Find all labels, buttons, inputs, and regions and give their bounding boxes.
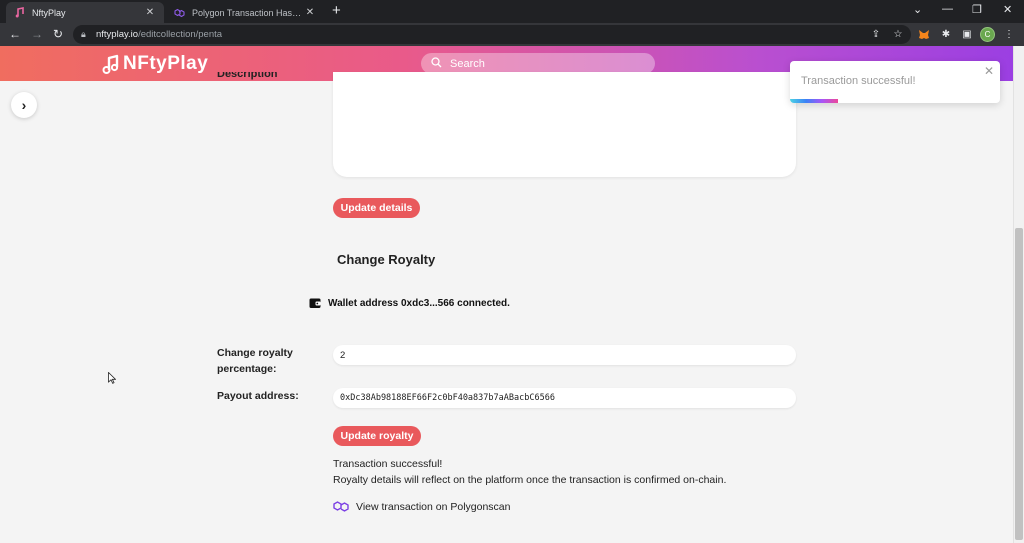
tab-polygonscan[interactable]: Polygon Transaction Hash (Txhash) ✕ — [166, 2, 324, 23]
search-icon — [431, 56, 442, 71]
browser-tab-bar: NftyPlay ✕ Polygon Transaction Hash (Txh… — [0, 0, 1024, 23]
view-transaction-text: View transaction on Polygonscan — [356, 500, 511, 513]
tab-title: Polygon Transaction Hash (Txhash) — [192, 7, 304, 18]
sidebar-toggle-button[interactable]: › — [11, 92, 37, 118]
payout-address-label: Payout address: — [217, 390, 299, 402]
extensions-puzzle-icon[interactable]: ✱ — [940, 28, 952, 40]
profile-avatar[interactable]: C — [980, 27, 995, 42]
royalty-percentage-value: 2 — [340, 349, 346, 361]
wallet-icon — [309, 298, 321, 308]
tab-nftyplay[interactable]: NftyPlay ✕ — [6, 2, 164, 23]
tab-close-icon[interactable]: ✕ — [144, 7, 156, 18]
payout-address-input[interactable]: 0xDc38Ab98188EF66F2c0bF40a837b7aABacbC65… — [333, 388, 796, 408]
update-royalty-button[interactable]: Update royalty — [333, 426, 421, 446]
bookmark-star-icon[interactable]: ☆ — [892, 28, 904, 40]
tab-search-icon[interactable]: ⌄ — [913, 3, 922, 16]
royalty-percentage-label: Change royalty percentage: — [217, 347, 293, 375]
royalty-percentage-input[interactable]: 2 — [333, 345, 796, 365]
address-bar[interactable]: 🔒︎ nftyplay.io/editcollection/penta — [73, 25, 911, 44]
new-tab-icon[interactable]: + — [332, 3, 341, 19]
url-host: nftyplay.io — [96, 29, 139, 40]
mouse-pointer-icon — [108, 372, 116, 384]
nftyplay-favicon-icon — [14, 7, 25, 18]
tab-title: NftyPlay — [32, 7, 66, 18]
chrome-menu-icon[interactable]: ⋮ — [1003, 28, 1015, 40]
close-window-icon[interactable]: ✕ — [1003, 3, 1012, 16]
view-transaction-link[interactable]: View transaction on Polygonscan — [333, 500, 511, 513]
side-panel-icon[interactable]: ▣ — [961, 28, 973, 40]
polygon-logo-icon — [333, 501, 349, 512]
wallet-status: Wallet address 0xdc3...566 connected. — [309, 297, 510, 309]
browser-toolbar: ← → ↻ 🔒︎ nftyplay.io/editcollection/pent… — [0, 23, 1024, 46]
change-royalty-heading: Change Royalty — [337, 252, 436, 267]
maximize-icon[interactable]: ❐ — [972, 3, 982, 16]
search-placeholder: Search — [450, 57, 485, 70]
reload-icon[interactable]: ↻ — [53, 27, 63, 41]
lock-icon: 🔒︎ — [81, 29, 86, 39]
toast-progress-bar — [790, 99, 839, 103]
toast-close-icon[interactable]: ✕ — [984, 64, 994, 78]
scrollbar-thumb[interactable] — [1015, 228, 1023, 540]
nftyplay-logo[interactable]: NFtyPlay — [102, 53, 208, 75]
url-path: /editcollection/penta — [138, 29, 223, 40]
polygon-favicon-icon — [174, 7, 185, 18]
description-textarea[interactable] — [333, 72, 796, 177]
payout-address-value: 0xDc38Ab98188EF66F2c0bF40a837b7aABacbC65… — [340, 393, 555, 403]
toast-notification: Transaction successful! ✕ — [790, 61, 1000, 103]
royalty-info-message: Royalty details will reflect on the plat… — [333, 474, 727, 486]
back-icon[interactable]: ← — [9, 27, 21, 41]
logo-text: NFtyPlay — [123, 53, 209, 74]
share-icon[interactable]: ⇪ — [870, 28, 882, 40]
minimize-icon[interactable]: — — [942, 3, 953, 15]
success-message: Transaction successful! — [333, 458, 443, 470]
wallet-status-text: Wallet address 0xdc3...566 connected. — [328, 297, 510, 309]
chevron-right-icon: › — [21, 97, 27, 113]
search-input[interactable]: Search — [421, 53, 655, 74]
music-note-logo-icon — [102, 54, 119, 74]
metamask-extension-icon[interactable] — [918, 28, 930, 40]
tab-close-icon[interactable]: ✕ — [304, 7, 316, 18]
toast-message: Transaction successful! — [801, 75, 916, 87]
description-label: Description — [217, 72, 278, 80]
forward-icon[interactable]: → — [31, 27, 43, 41]
update-details-button[interactable]: Update details — [333, 198, 420, 218]
